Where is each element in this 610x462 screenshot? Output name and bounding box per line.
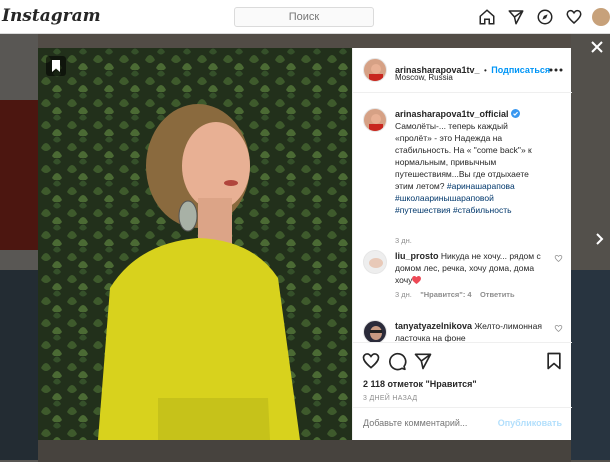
comment-author-avatar[interactable] (363, 320, 387, 342)
caption-body: arinasharapova1tv_official Самолёты-... … (395, 108, 545, 216)
comment-icon[interactable] (387, 351, 407, 371)
search-input[interactable] (234, 7, 374, 27)
explore-icon[interactable] (536, 8, 554, 26)
author-avatar[interactable] (363, 58, 387, 82)
more-icon[interactable] (549, 66, 563, 74)
add-comment-bar: Опубликовать (353, 407, 572, 441)
caption-time: 3 дн. (395, 236, 412, 245)
comment-author-avatar[interactable] (363, 250, 387, 274)
separator-dot: • (484, 66, 487, 75)
verified-badge-icon (510, 109, 520, 118)
reply-button[interactable]: Ответить (480, 290, 515, 299)
likes-count[interactable]: 2 118 отметок "Нравится" (363, 379, 477, 389)
caption-author-avatar[interactable] (363, 108, 387, 132)
comment-time: 3 дн. (395, 290, 412, 299)
post-location[interactable]: Moscow, Russia (395, 73, 453, 82)
chevron-right-icon[interactable] (593, 233, 605, 245)
instagram-logo[interactable]: Instagram (2, 6, 101, 26)
like-heart-icon[interactable] (361, 351, 381, 371)
close-icon[interactable] (590, 40, 604, 54)
share-icon[interactable] (413, 351, 433, 371)
direct-icon[interactable] (507, 8, 525, 26)
comment-meta: 3 дн. "Нравится": 4 Ответить (395, 290, 515, 299)
comments-list[interactable]: arinasharapova1tv_official Самолёты-... … (353, 94, 572, 342)
comment-author-name[interactable]: tanyatyazelnikova (395, 321, 472, 331)
saved-collection-icon[interactable] (46, 56, 66, 76)
comment-item: tanyatyazelnikova Желто-лимонная ласточк… (361, 320, 566, 342)
post-side-panel: arinasharapova1tv_ • Подписаться Moscow,… (352, 48, 572, 440)
bookmark-icon[interactable] (544, 351, 564, 371)
post-actions: 2 118 отметок "Нравится" 3 ДНЕЙ НАЗАД Оп… (353, 342, 572, 440)
comment-likes[interactable]: "Нравится": 4 (420, 290, 471, 299)
comment-author-name[interactable]: liu_prosto (395, 251, 439, 261)
home-icon[interactable] (478, 8, 496, 26)
comment-body: tanyatyazelnikova Желто-лимонная ласточк… (395, 320, 545, 342)
avatar[interactable] (592, 8, 610, 26)
follow-button[interactable]: Подписаться (491, 65, 550, 75)
top-navigation-bar: Instagram (0, 0, 610, 34)
comment-item: liu_prosto Никуда не хочу... рядом с дом… (361, 250, 566, 310)
publish-button[interactable]: Опубликовать (498, 418, 562, 428)
comment-like-icon[interactable] (554, 254, 563, 263)
caption-item: arinasharapova1tv_official Самолёты-... … (361, 108, 566, 245)
post-time: 3 ДНЕЙ НАЗАД (363, 395, 418, 402)
post-header: arinasharapova1tv_ • Подписаться Moscow,… (353, 48, 572, 93)
red-heart-emoji-icon (412, 276, 422, 284)
heart-icon[interactable] (565, 8, 583, 26)
post-modal: arinasharapova1tv_ • Подписаться Moscow,… (38, 48, 572, 440)
add-comment-input[interactable] (363, 418, 493, 428)
comment-like-icon[interactable] (554, 324, 563, 333)
caption-author-name[interactable]: arinasharapova1tv_official (395, 109, 509, 119)
post-photo[interactable] (38, 48, 352, 440)
comment-body: liu_prosto Никуда не хочу... рядом с дом… (395, 250, 545, 286)
post-image (38, 48, 352, 440)
